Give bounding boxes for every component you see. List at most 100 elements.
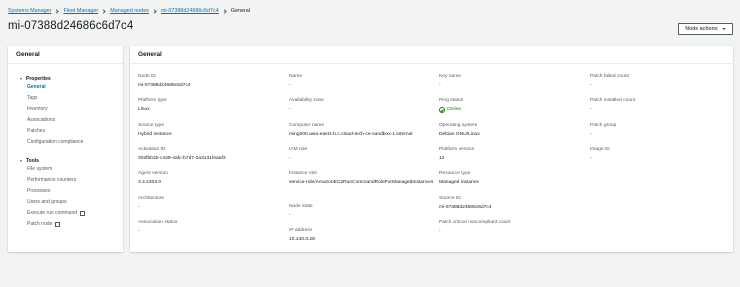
field-label: Agent version (138, 171, 168, 176)
ping-status-badge: Online (439, 107, 584, 114)
field-label: Key name (439, 74, 462, 79)
field-value: Linux (138, 106, 150, 112)
field-agent-version: Agent version 3.2.2303.0 (138, 171, 283, 186)
field-availability-zone: Availability zone - (289, 98, 434, 113)
field-node-id: Node ID mi-07388d24686c6d7c4 (138, 74, 283, 89)
field-ping-status: Ping status Online (439, 98, 584, 113)
field-patch-group: Patch group - (590, 123, 735, 138)
field-value: 10.140.0.28 (289, 236, 315, 242)
nav-item-configuration-compliance[interactable]: Configuration compliance (27, 137, 83, 148)
field-architecture: Architecture - (138, 196, 283, 211)
properties-group: Properties General Tags Inventory Associ… (20, 75, 83, 148)
patch-node-label: Patch node (27, 221, 53, 227)
nav-item-patches[interactable]: Patches (27, 126, 83, 137)
nav-item-tags[interactable]: Tags (27, 93, 83, 104)
tools-label: Tools (26, 157, 39, 164)
field-label: Node ID (138, 74, 156, 79)
ping-status-value: Online (447, 106, 462, 112)
field-label: Patch critical noncompliant count (439, 220, 511, 225)
field-label: Patch failed count (590, 74, 629, 79)
field-value: - (590, 106, 592, 112)
field-value: - (590, 82, 592, 88)
field-iam-role: IAM role - (289, 147, 434, 162)
nav-item-inventory[interactable]: Inventory (27, 104, 83, 115)
nav-item-performance-counters[interactable]: Performance counters (27, 175, 85, 186)
field-value: - (439, 82, 441, 88)
field-label: Image ID (590, 147, 610, 152)
chevron-right-icon (152, 8, 157, 14)
field-label: IP address (289, 228, 313, 233)
field-label: Ping status (439, 98, 464, 103)
nav-panel-title: General (8, 46, 123, 64)
field-association-status: Association status - (138, 220, 283, 235)
field-value: - (289, 155, 291, 161)
nav-item-associations[interactable]: Associations (27, 115, 83, 126)
field-value: Managed instance (439, 179, 479, 185)
field-label: Node state (289, 204, 313, 209)
breadcrumb-fleet-manager[interactable]: Fleet Manager (63, 8, 98, 14)
breadcrumb-systems-manager[interactable]: Systems Manager (8, 8, 51, 14)
field-value: - (289, 82, 291, 88)
field-resource-type: Resource type Managed instance (439, 171, 584, 186)
field-patch-critical-noncompliant-count: Patch critical noncompliant count - (439, 220, 584, 235)
field-key-name: Key name - (439, 74, 584, 89)
field-value: - (138, 204, 140, 210)
caret-down-icon (20, 159, 22, 162)
properties-label: Properties (26, 75, 51, 82)
field-computer-name: Computer name ming000.asia-east1-b.c.clo… (289, 123, 434, 138)
caret-down-icon (721, 28, 726, 30)
nav-item-execute-run-command[interactable]: Execute run command (27, 208, 86, 219)
nav-item-file-system[interactable]: File system (27, 164, 85, 175)
field-instance-role: Instance role service-role/AmazonEC2RunC… (289, 171, 434, 186)
field-node-state: Node state - (289, 204, 434, 219)
field-activation-id: Activation ID 302fbb2b-c429-4afc-b7d7-2a… (138, 147, 283, 162)
caret-down-icon (20, 77, 22, 80)
field-value: 12 (439, 155, 445, 161)
field-label: Resource type (439, 171, 471, 176)
breadcrumb-current: General (230, 8, 250, 14)
field-value: - (590, 131, 592, 137)
field-label: Name (289, 74, 303, 79)
tools-group: Tools File system Performance counters P… (20, 157, 86, 230)
breadcrumb-managed-nodes[interactable]: Managed nodes (110, 8, 149, 14)
field-operating-system: Operating system Debian GNU/Linux (439, 123, 584, 138)
field-label: Platform type (138, 98, 167, 103)
node-actions-label: Node actions (685, 26, 718, 32)
field-value: Hybrid instance (138, 131, 172, 137)
tools-toggle[interactable]: Tools (20, 157, 85, 164)
field-value: 3.2.2303.0 (138, 179, 162, 185)
chevron-right-icon (222, 8, 227, 14)
breadcrumb-node-id[interactable]: mi-07388d24686c6d7c4 (161, 8, 219, 14)
chevron-right-icon (101, 8, 106, 14)
field-value: Debian GNU/Linux (439, 131, 480, 137)
field-label: Patch group (590, 123, 617, 128)
field-value: mi-07388d24686c6d7c4 (439, 204, 492, 210)
properties-toggle[interactable]: Properties (20, 75, 83, 82)
chevron-right-icon (54, 8, 60, 14)
field-value: - (590, 155, 592, 161)
nav-item-processes[interactable]: Processes (27, 186, 85, 197)
nav-item-users-and-groups[interactable]: Users and groups (27, 197, 85, 208)
nav-item-general[interactable]: General (27, 82, 83, 93)
field-label: Activation ID (138, 147, 166, 152)
external-link-icon (55, 222, 61, 227)
field-ip-address: IP address 10.140.0.28 (289, 228, 434, 243)
field-patch-failed-count: Patch failed count - (590, 74, 735, 89)
field-label: Availability zone (289, 98, 324, 103)
nav-item-patch-node[interactable]: Patch node (27, 219, 85, 230)
field-value: service-role/AmazonEC2RunCommandRoleForM… (289, 179, 434, 185)
field-image-id: Image ID - (590, 147, 735, 162)
node-actions-button[interactable]: Node actions (678, 23, 733, 35)
field-source-type: Source type Hybrid instance (138, 123, 283, 138)
field-label: Architecture (138, 196, 165, 201)
page-title: mi-07388d24686c6d7c4 (8, 20, 134, 32)
field-value: - (138, 228, 140, 234)
field-label: Computer name (289, 123, 325, 128)
field-label: Operating system (439, 123, 478, 128)
field-label: Patch installed count (590, 98, 636, 103)
execute-run-command-label: Execute run command (27, 210, 78, 216)
field-label: Source type (138, 123, 165, 128)
external-link-icon (80, 211, 86, 216)
field-value: - (289, 106, 291, 112)
field-platform-type: Platform type Linux (138, 98, 283, 113)
